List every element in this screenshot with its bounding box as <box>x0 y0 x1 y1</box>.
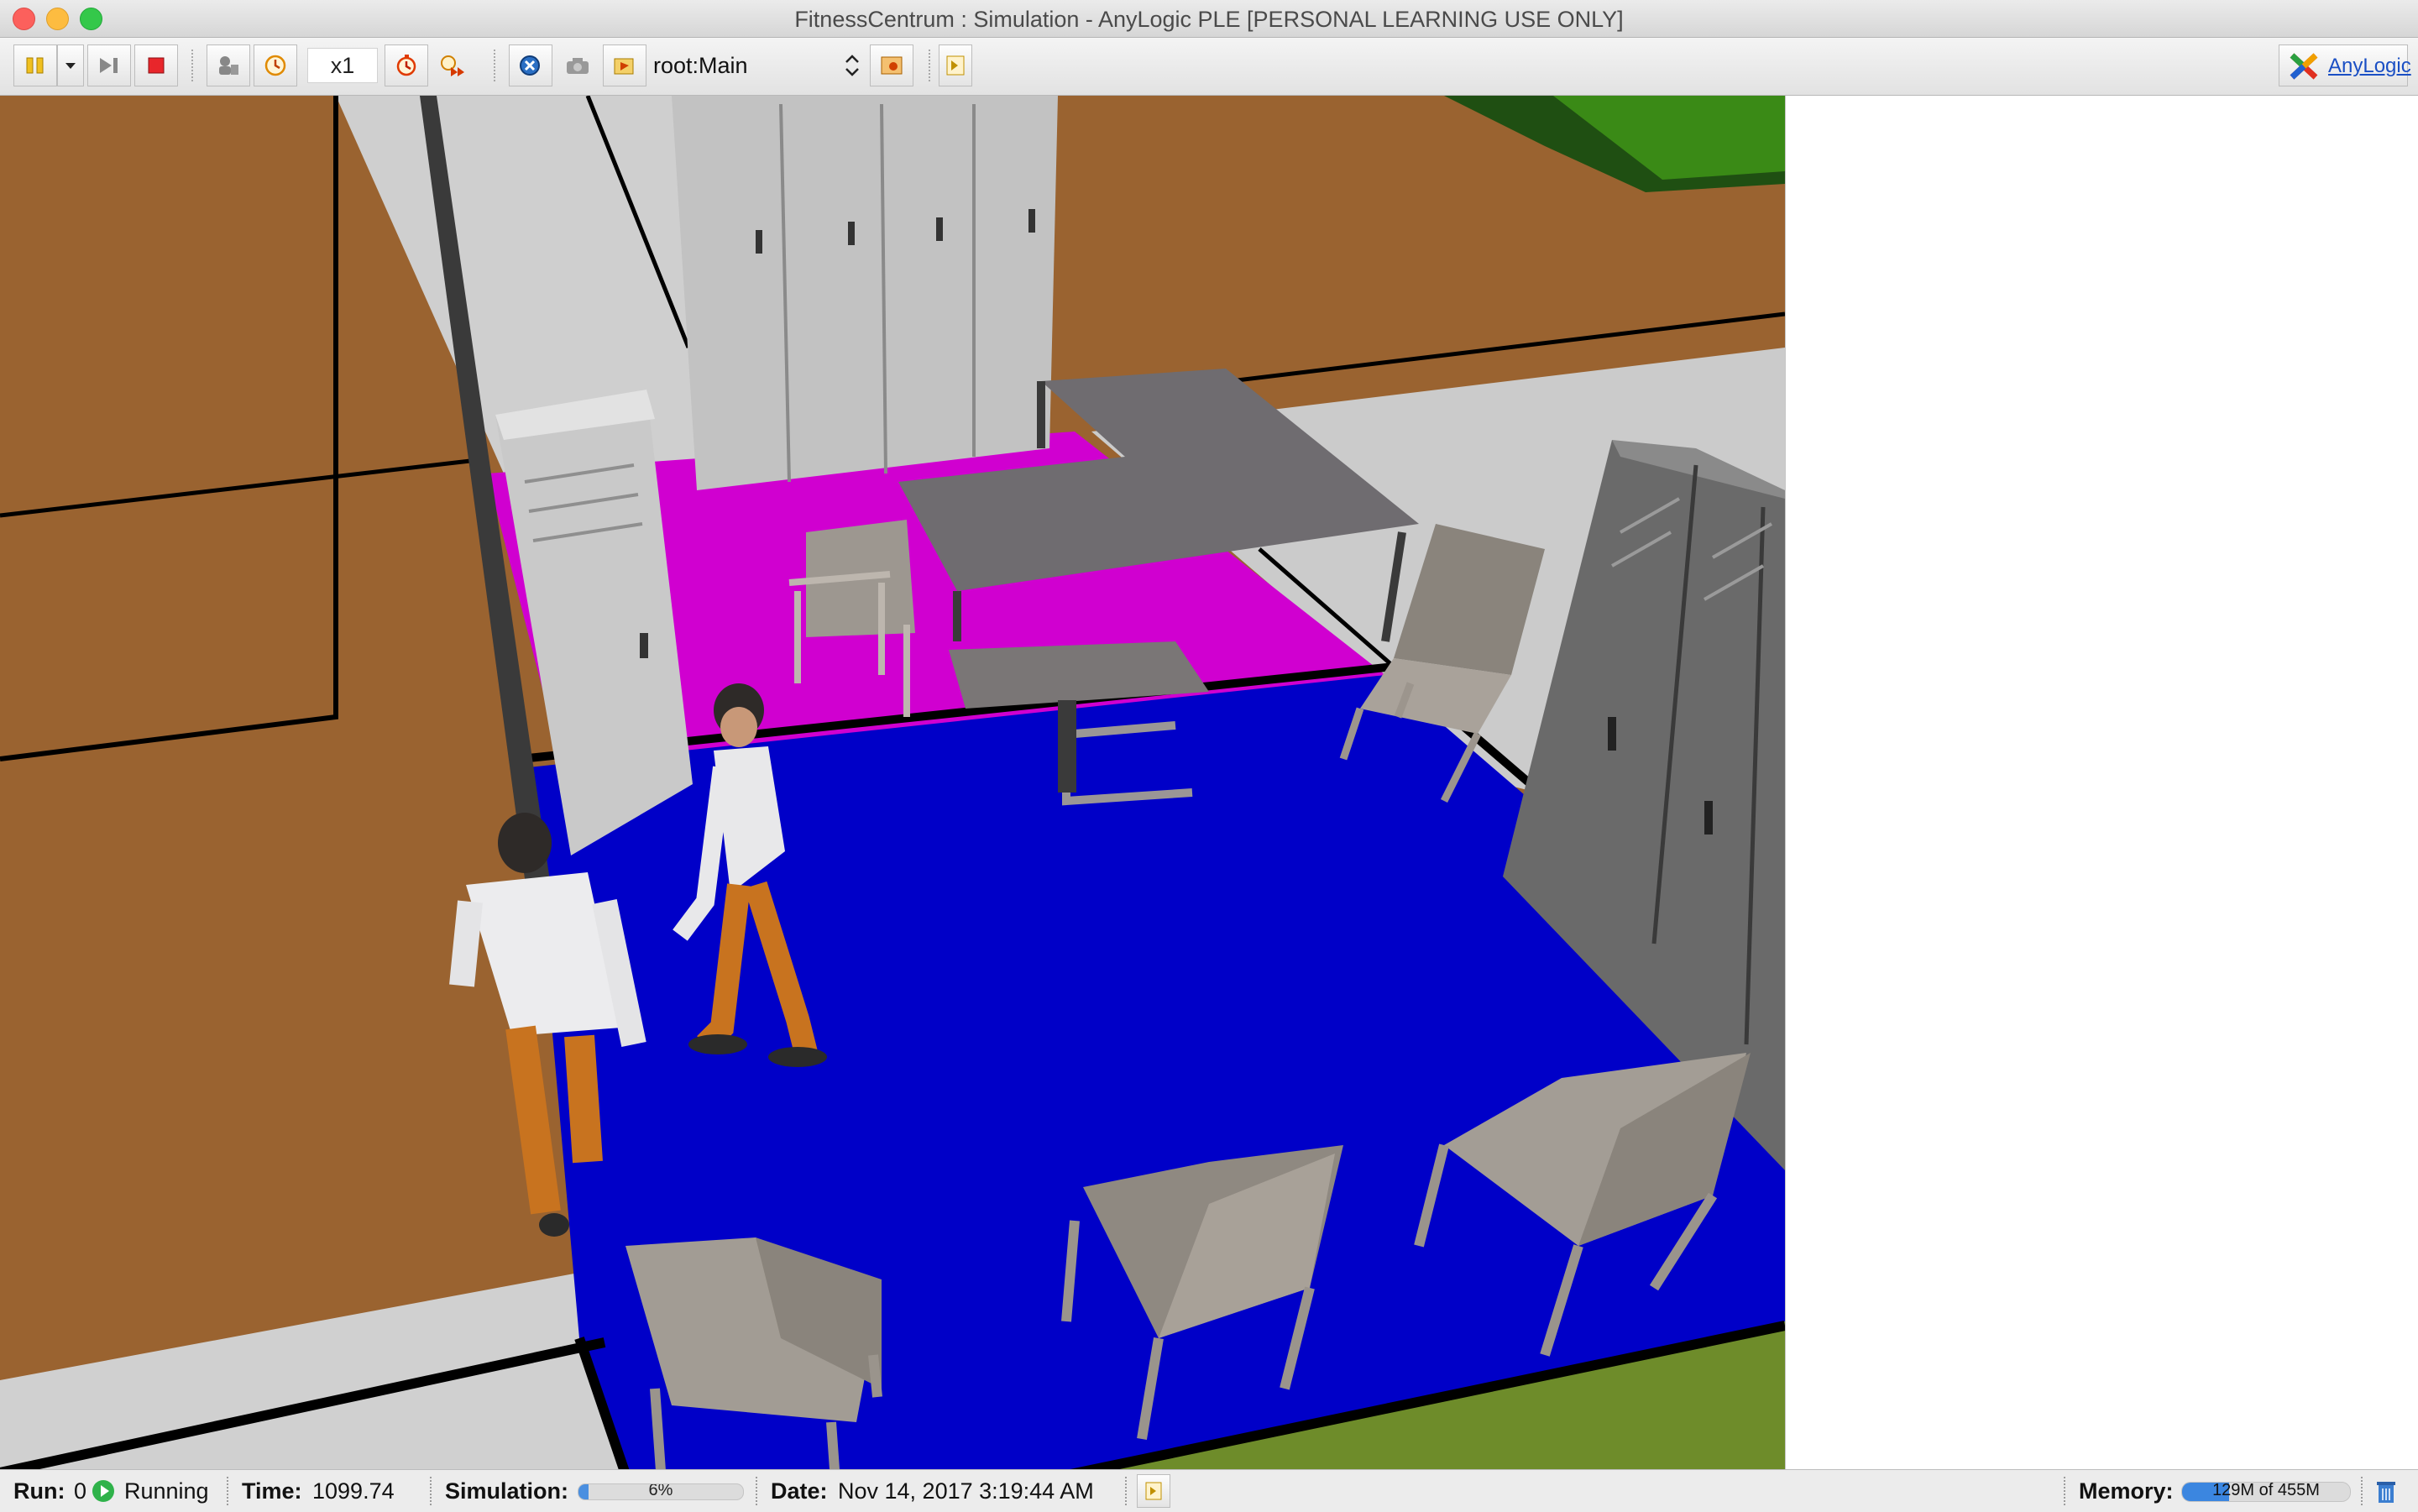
window-title: FitnessCentrum : Simulation - AnyLogic P… <box>794 7 1624 32</box>
status-separator <box>227 1477 228 1505</box>
root-selector-value: root:Main <box>653 53 748 78</box>
speed-indicator: x1 <box>307 48 378 83</box>
time-value: 1099.74 <box>312 1478 395 1504</box>
memory-label: Memory: <box>2079 1478 2174 1504</box>
memory-usage-text: 129M of 455M <box>2212 1482 2320 1499</box>
up-down-chevron-icon[interactable] <box>841 51 863 80</box>
status-separator <box>756 1477 757 1505</box>
app-window: FitnessCentrum : Simulation - AnyLogic P… <box>0 0 2418 1512</box>
experiment-button[interactable] <box>509 44 552 86</box>
time-label: Time: <box>242 1478 302 1504</box>
navigate-button[interactable] <box>603 44 646 86</box>
garbage-collect-button[interactable] <box>2369 1475 2403 1509</box>
locker-bank-back <box>672 96 1058 490</box>
simulation-progress-bar: 6% <box>578 1483 744 1500</box>
console-button[interactable] <box>939 44 972 86</box>
console-icon <box>1145 1482 1162 1500</box>
run-fast-button[interactable] <box>432 44 475 86</box>
3d-scene-view[interactable] <box>0 96 1785 1469</box>
console-icon <box>946 55 965 76</box>
anylogic-brand-button[interactable]: AnyLogic <box>2279 44 2411 86</box>
agent-button[interactable] <box>207 44 250 86</box>
dropdown-arrow-icon <box>65 63 76 69</box>
experiment-icon <box>520 55 540 76</box>
anylogic-logo-icon <box>2290 53 2318 80</box>
stop-button[interactable] <box>134 44 178 86</box>
title-bar: FitnessCentrum : Simulation - AnyLogic P… <box>0 0 2418 38</box>
3d-scene <box>0 96 1785 1469</box>
camera-button[interactable] <box>556 44 599 86</box>
anylogic-brand-label: AnyLogic <box>2328 55 2411 77</box>
date-label: Date: <box>771 1478 828 1504</box>
view-area-icon <box>881 56 903 75</box>
speed-up-icon <box>396 55 416 76</box>
status-separator <box>1125 1477 1127 1505</box>
status-separator <box>2361 1477 2363 1505</box>
status-separator <box>430 1477 432 1505</box>
run-label: Run: <box>13 1478 65 1504</box>
toolbar-separator <box>494 50 495 81</box>
step-icon <box>100 58 118 73</box>
camera-icon <box>567 58 589 74</box>
status-separator <box>2064 1477 2065 1505</box>
agent-icon <box>219 56 238 75</box>
status-bar: Run: 0 Running Time: 1099.74 Simulation:… <box>0 1469 2418 1512</box>
slow-down-button[interactable] <box>254 44 297 86</box>
speed-up-button[interactable] <box>385 44 428 86</box>
toolbar: x1 root:Main AnyLogic <box>0 38 2418 96</box>
root-selector[interactable]: root:Main <box>646 46 866 85</box>
toolbar-separator <box>929 50 930 81</box>
log-button[interactable] <box>1137 1474 1170 1508</box>
simulation-progress-text: 6% <box>648 1483 673 1499</box>
pause-dropdown-button[interactable] <box>57 44 84 86</box>
trash-icon <box>2377 1482 2395 1503</box>
clock-icon <box>264 55 286 76</box>
running-icon <box>92 1480 114 1502</box>
date-value: Nov 14, 2017 3:19:44 AM <box>838 1478 1094 1504</box>
side-panel <box>1785 96 2418 1469</box>
simulation-label: Simulation: <box>445 1478 568 1504</box>
simulation-canvas[interactable] <box>0 96 2418 1469</box>
step-button[interactable] <box>87 44 131 86</box>
pause-button[interactable] <box>13 44 57 86</box>
run-number: 0 <box>74 1478 87 1504</box>
memory-usage-bar: 129M of 455M <box>2181 1482 2351 1502</box>
stop-icon <box>148 57 165 74</box>
run-state: Running <box>124 1478 209 1504</box>
run-fast-icon <box>441 55 464 76</box>
pause-icon <box>26 57 44 74</box>
view-area-button[interactable] <box>870 44 913 86</box>
navigate-icon <box>614 58 634 75</box>
toolbar-separator <box>191 50 193 81</box>
